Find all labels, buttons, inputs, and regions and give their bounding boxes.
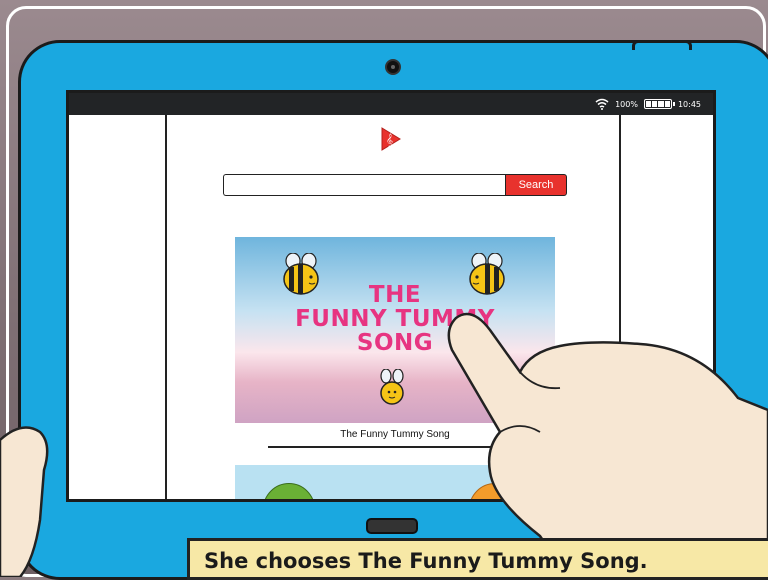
left-hand xyxy=(0,426,49,577)
hands-illustration xyxy=(0,312,768,577)
story-caption-text: She chooses The Funny Tummy Song. xyxy=(204,549,648,573)
story-caption-banner: She chooses The Funny Tummy Song. xyxy=(187,538,768,580)
